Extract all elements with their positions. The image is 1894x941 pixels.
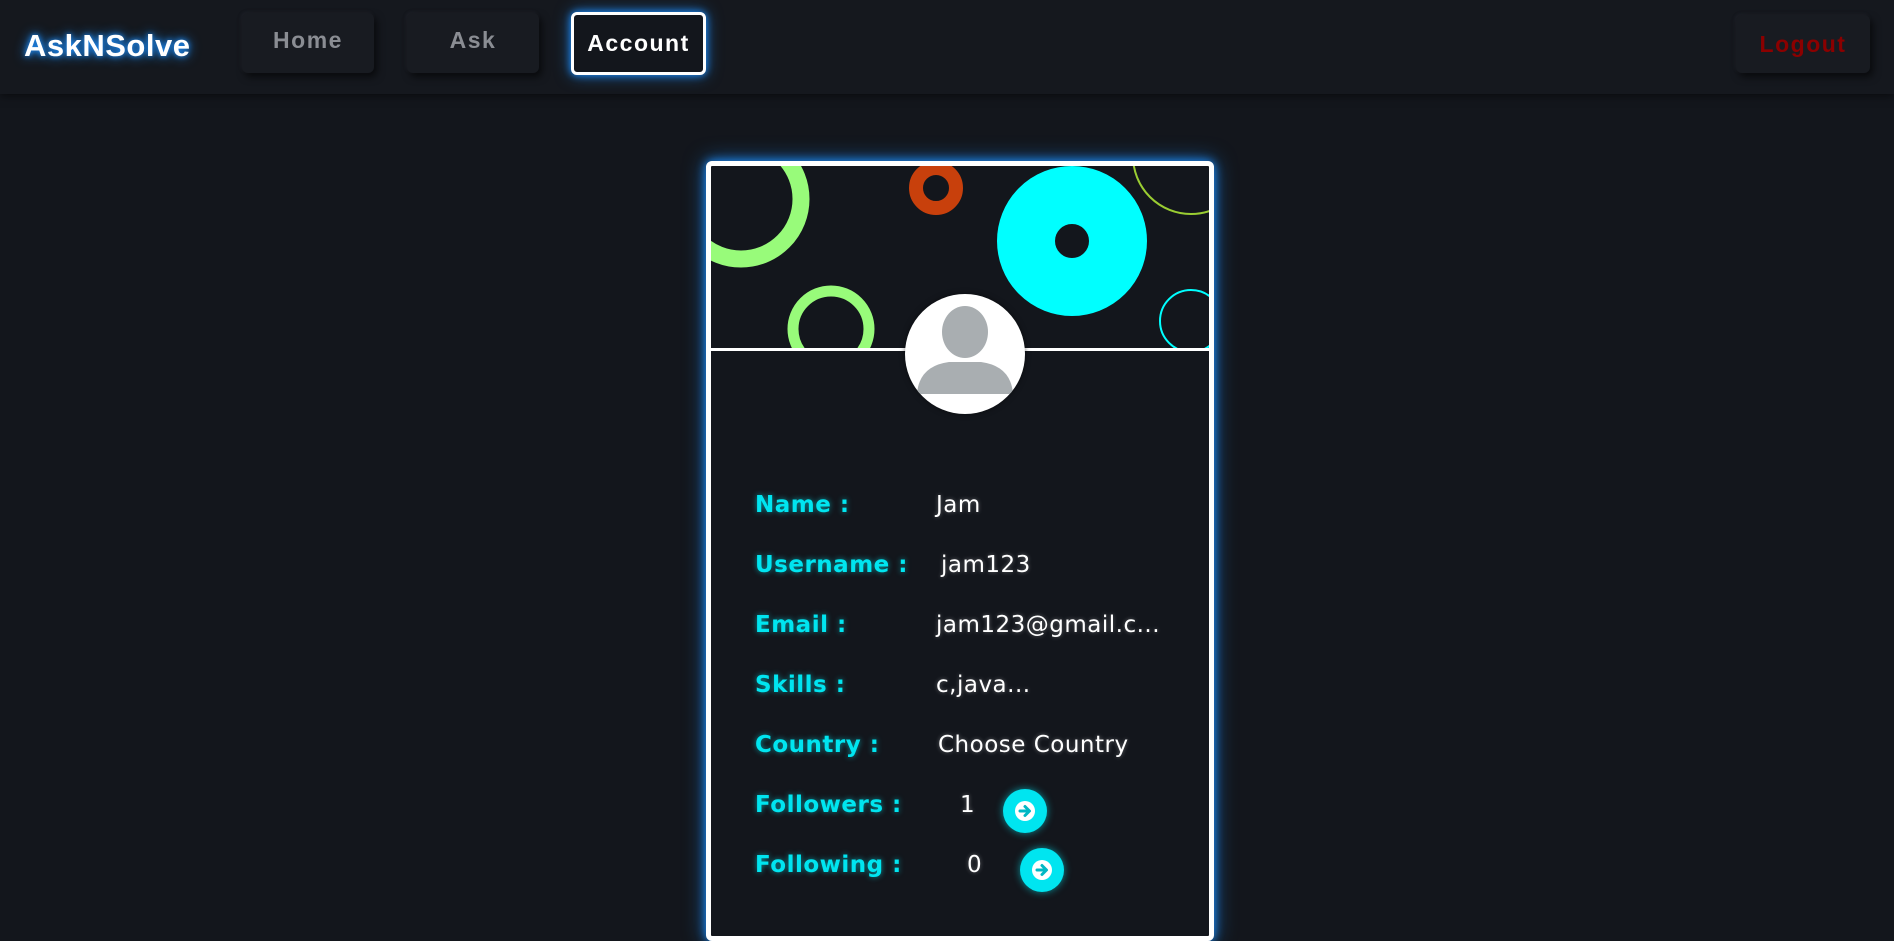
decor-ring-orange (909, 166, 963, 215)
decor-ring-green-small (787, 285, 875, 348)
arrow-right-circle-icon (1032, 860, 1052, 880)
ask-button[interactable]: Ask (407, 13, 539, 73)
username-label: Username : (755, 552, 908, 578)
username-row: Username : jam123 (755, 552, 1175, 592)
profile-card: Name : Jam Username : jam123 Email : jam… (706, 161, 1214, 941)
following-row: Following : 0 (755, 852, 1175, 892)
skills-label: Skills : (755, 672, 846, 698)
country-label: Country : (755, 732, 880, 758)
name-value: Jam (936, 492, 981, 518)
decor-disc-cyan (997, 166, 1147, 316)
logout-button[interactable]: Logout (1736, 15, 1870, 73)
home-button[interactable]: Home (242, 13, 374, 73)
followers-label: Followers : (755, 792, 902, 818)
decor-ring-green-large (711, 166, 810, 268)
name-row: Name : Jam (755, 492, 1175, 532)
arrow-right-circle-icon (1015, 801, 1035, 821)
brand-logo[interactable]: AskNSolve (24, 28, 190, 64)
email-label: Email : (755, 612, 847, 638)
following-arrow-button[interactable] (1020, 848, 1064, 892)
country-select[interactable]: Choose Country (938, 732, 1129, 758)
user-avatar-icon (905, 294, 1025, 414)
account-button[interactable]: Account (571, 12, 706, 75)
username-value: jam123 (941, 552, 1031, 578)
followers-arrow-button[interactable] (1003, 789, 1047, 833)
skills-row: Skills : c,java... (755, 672, 1175, 712)
decor-ring-lime-outline (1132, 166, 1209, 215)
top-navbar: AskNSolve Home Ask Account Logout (0, 0, 1894, 94)
followers-count: 1 (960, 792, 976, 818)
country-row: Country : Choose Country (755, 732, 1175, 772)
name-label: Name : (755, 492, 850, 518)
skills-value: c,java... (936, 672, 1031, 698)
following-label: Following : (755, 852, 902, 878)
followers-row: Followers : 1 (755, 792, 1175, 832)
following-count: 0 (967, 852, 983, 878)
email-row: Email : jam123@gmail.c... (755, 612, 1175, 652)
decor-ring-cyan-outline (1159, 289, 1209, 348)
email-value: jam123@gmail.c... (936, 612, 1161, 638)
